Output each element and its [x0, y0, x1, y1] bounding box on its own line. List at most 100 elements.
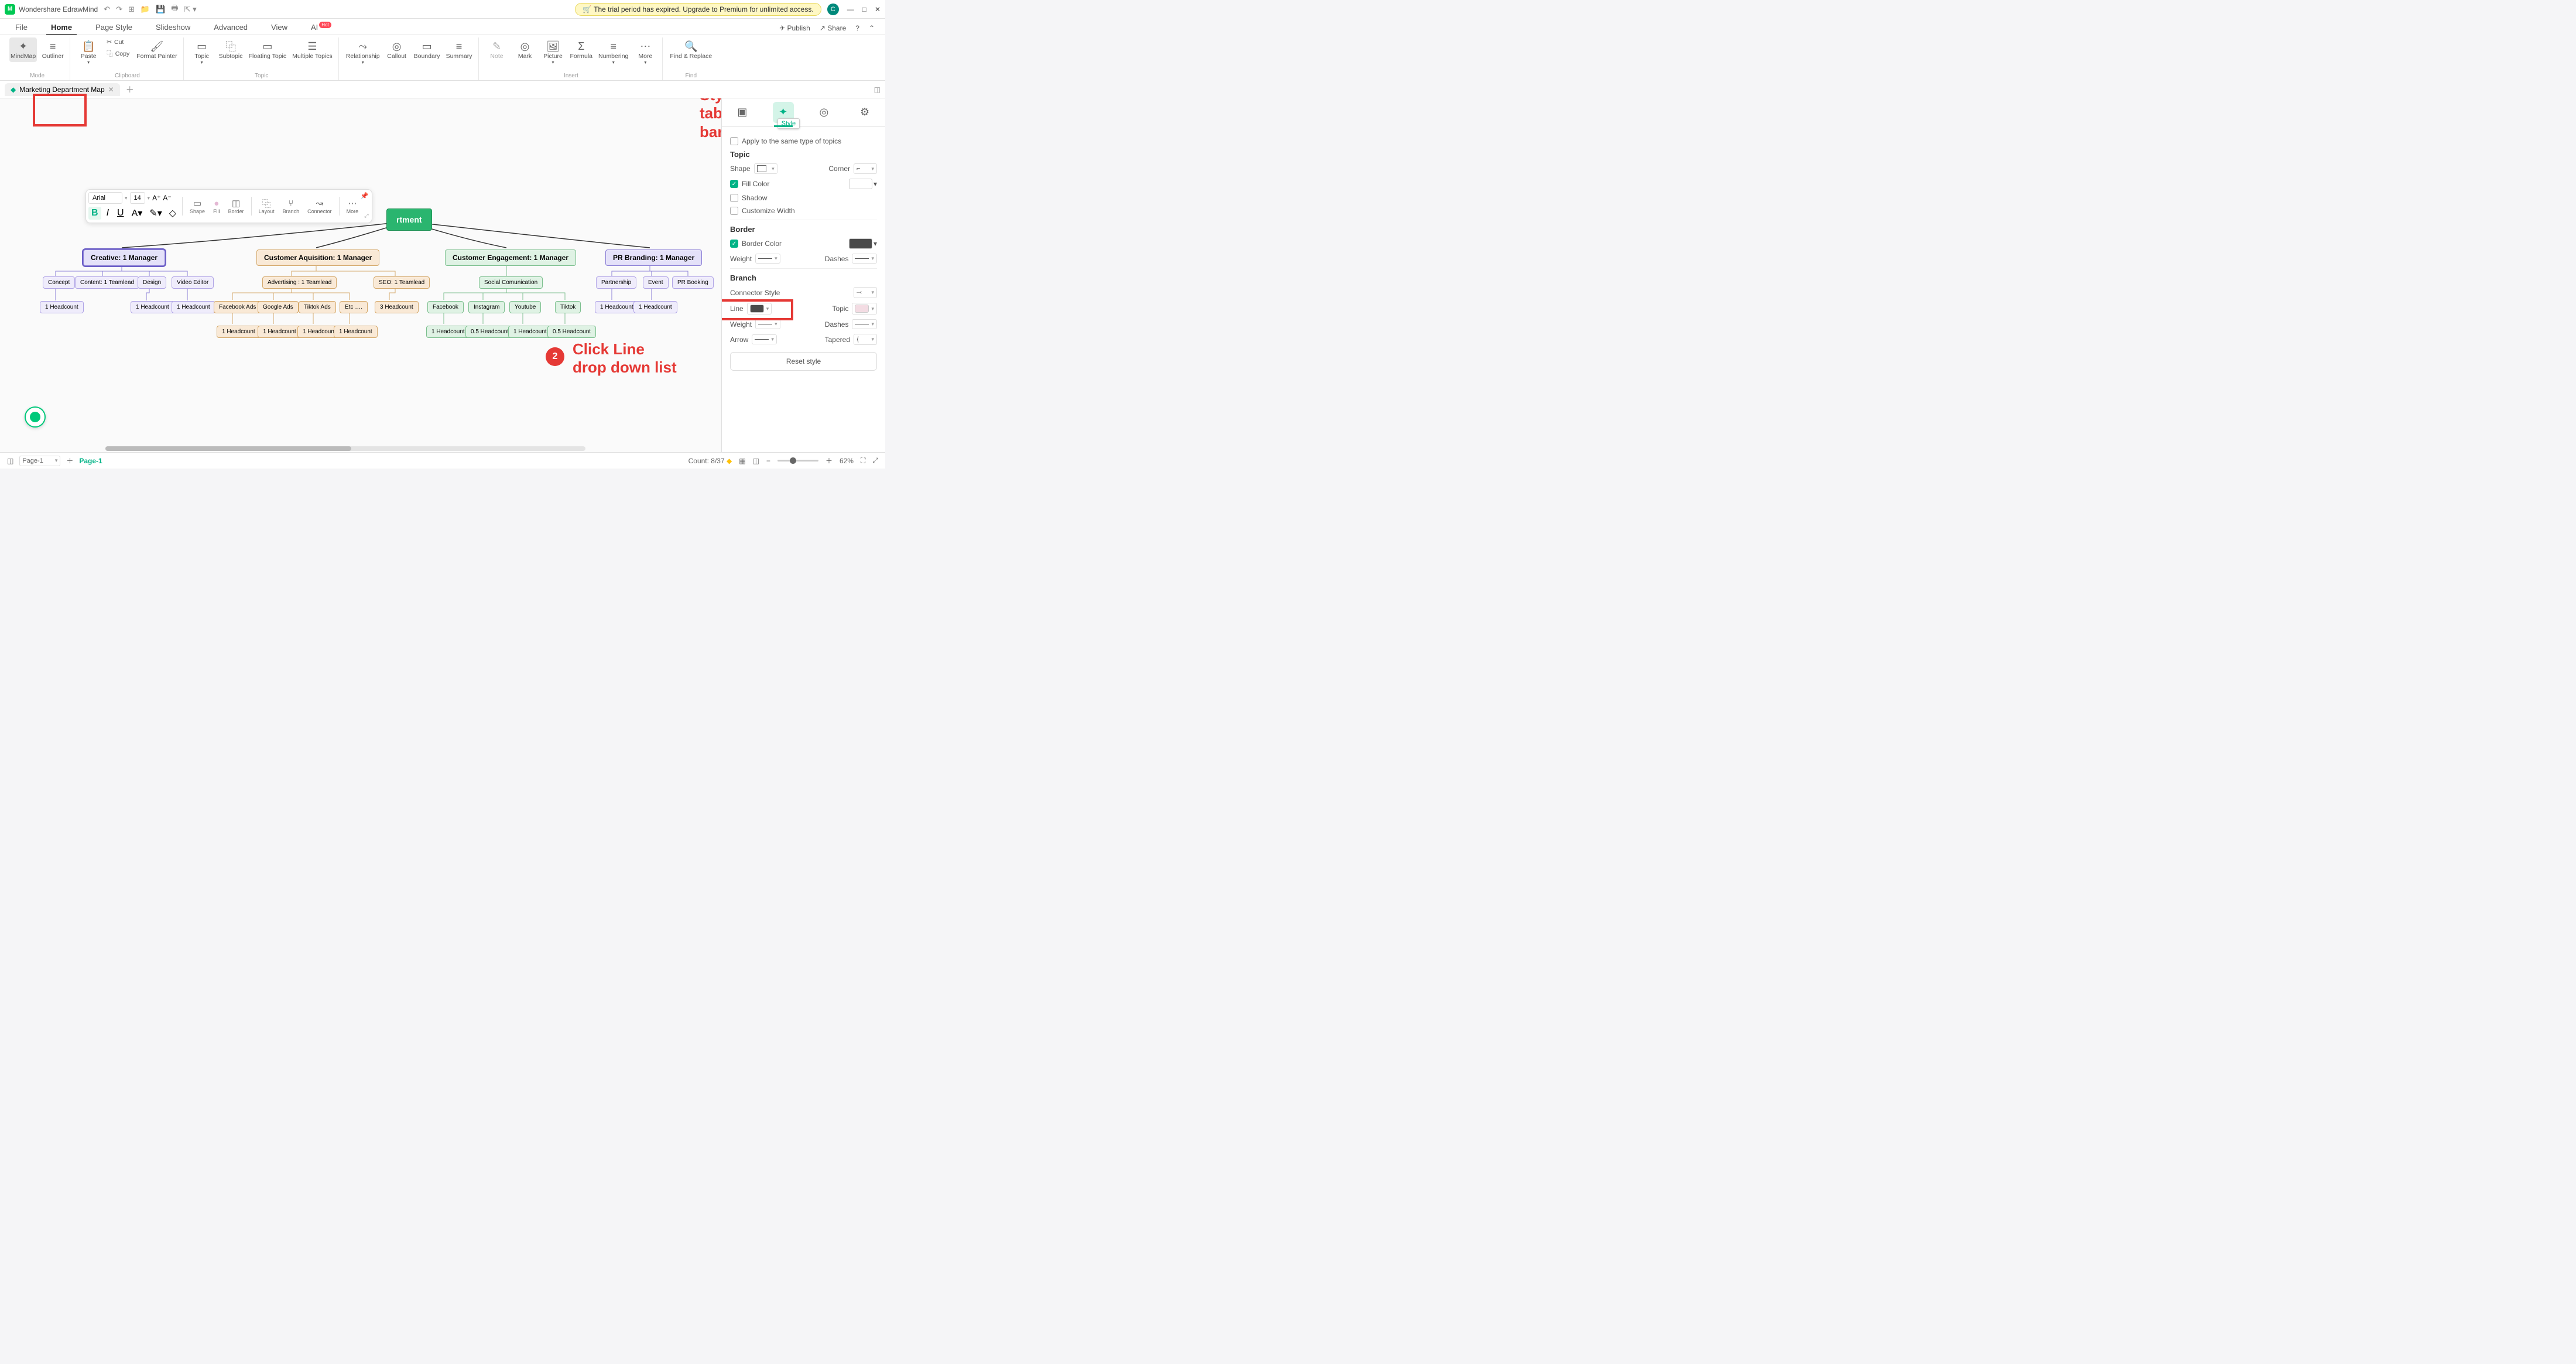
node-fb[interactable]: Facebook	[427, 301, 464, 313]
node-hc-video[interactable]: 1 Headcount	[172, 301, 215, 313]
node-root[interactable]: rtment	[386, 208, 432, 231]
summary-button[interactable]: ≡Summary	[445, 37, 474, 67]
close-tab-icon[interactable]: ✕	[108, 86, 114, 94]
find-replace-button[interactable]: 🔍Find & Replace	[669, 37, 713, 62]
node-tt-ads[interactable]: Tiktok Ads	[299, 301, 336, 313]
callout-button[interactable]: ◎Callout	[385, 37, 409, 67]
pin-icon[interactable]: 📌	[361, 192, 369, 200]
menu-slideshow[interactable]: Slideshow	[151, 20, 195, 35]
node-hc-etc[interactable]: 1 Headcount	[334, 326, 378, 338]
node-hc-fbads[interactable]: 1 Headcount	[217, 326, 261, 338]
copy-button[interactable]: ⿻Copy	[104, 48, 132, 59]
node-seo[interactable]: SEO: 1 Teamlead	[374, 276, 430, 289]
subtopic-button[interactable]: ⿻Subtopic	[218, 37, 244, 67]
border-color-dropdown[interactable]: ▾	[873, 240, 877, 248]
view-grid-icon[interactable]: ▦	[739, 457, 745, 465]
node-hc-event[interactable]: 1 Headcount	[633, 301, 677, 313]
fill-color-swatch[interactable]	[849, 179, 872, 189]
outliner-button[interactable]: ≡Outliner	[40, 37, 65, 62]
font-color-button[interactable]: A▾	[129, 206, 145, 220]
user-avatar[interactable]: C	[827, 4, 839, 15]
menu-advanced[interactable]: Advanced	[209, 20, 252, 35]
fill-color-dropdown[interactable]: ▾	[873, 180, 877, 188]
node-hc-fb[interactable]: 1 Headcount	[426, 326, 470, 338]
font-size-select[interactable]: 14	[130, 192, 145, 204]
customize-width-checkbox[interactable]	[730, 207, 738, 215]
panel-toggle-icon[interactable]: ◫	[874, 86, 881, 94]
pages-icon[interactable]: ◫	[7, 457, 13, 465]
tb-branch-button[interactable]: ⑂Branch	[279, 197, 303, 216]
node-event[interactable]: Event	[643, 276, 669, 289]
numbering-button[interactable]: ≡Numbering▾	[597, 37, 629, 67]
fill-color-checkbox[interactable]: ✓	[730, 180, 738, 188]
new-icon[interactable]: ⊞	[128, 5, 135, 14]
branch-topic-dropdown[interactable]: ▾	[852, 303, 877, 314]
border-color-swatch[interactable]	[849, 238, 872, 249]
italic-button[interactable]: I	[104, 207, 112, 220]
mindmap-button[interactable]: ✦MindMap	[9, 37, 37, 62]
border-color-checkbox[interactable]: ✓	[730, 240, 738, 248]
node-yt[interactable]: Youtube	[509, 301, 541, 313]
node-hc-concept[interactable]: 1 Headcount	[40, 301, 84, 313]
menu-file[interactable]: File	[11, 20, 32, 35]
node-hc-design[interactable]: 1 Headcount	[131, 301, 174, 313]
shadow-checkbox[interactable]	[730, 194, 738, 202]
border-dashes-dropdown[interactable]: ▾	[852, 254, 877, 264]
node-etc[interactable]: Etc ….	[340, 301, 368, 313]
trial-banner[interactable]: 🛒 The trial period has expired. Upgrade …	[575, 3, 821, 16]
node-hc-yt[interactable]: 1 Headcount	[508, 326, 552, 338]
node-partnership[interactable]: Partnership	[596, 276, 636, 289]
zoom-out-button[interactable]: −	[766, 457, 770, 465]
shape-dropdown[interactable]: ▾	[754, 163, 777, 174]
export-icon[interactable]: ⇱ ▾	[184, 5, 197, 14]
formula-button[interactable]: ΣFormula	[569, 37, 594, 67]
collapse-ribbon-icon[interactable]: ⌃	[869, 24, 875, 32]
topic-button[interactable]: ▭Topic▾	[190, 37, 214, 67]
tb-border-button[interactable]: ◫Border	[225, 197, 248, 216]
bold-button[interactable]: B	[88, 207, 101, 220]
node-social[interactable]: Social Comunication	[479, 276, 543, 289]
mark-button[interactable]: ◎Mark	[513, 37, 537, 67]
picture-button[interactable]: 🖼Picture▾	[541, 37, 566, 67]
border-weight-dropdown[interactable]: ▾	[755, 254, 780, 264]
tb-expand-icon[interactable]: ⤢	[363, 211, 369, 220]
sp-tab-tag[interactable]: ◎	[813, 102, 834, 123]
branch-arrow-dropdown[interactable]: ▾	[752, 334, 777, 344]
node-g-ads[interactable]: Google Ads	[258, 301, 299, 313]
canvas[interactable]: 1 Click Style tab bar 2 Click Line drop …	[0, 98, 721, 452]
node-design[interactable]: Design	[138, 276, 166, 289]
help-icon[interactable]: ?	[855, 24, 859, 32]
font-increase-icon[interactable]: A⁺	[152, 194, 160, 202]
tb-connector-button[interactable]: ↝Connector	[304, 197, 335, 216]
maximize-icon[interactable]: □	[862, 5, 866, 13]
relationship-button[interactable]: ⤳Relationship▾	[345, 37, 381, 67]
active-page-label[interactable]: Page-1	[79, 457, 102, 465]
node-hc-partnership[interactable]: 1 Headcount	[595, 301, 639, 313]
redo-icon[interactable]: ↷	[116, 5, 122, 14]
node-ig[interactable]: Instagram	[468, 301, 505, 313]
tb-fill-button[interactable]: ●Fill	[210, 197, 224, 216]
clear-format-button[interactable]: ◇	[167, 206, 179, 220]
format-painter-button[interactable]: 🖌Format Painter	[135, 37, 178, 67]
publish-button[interactable]: ✈ Publish	[779, 24, 810, 32]
zoom-slider[interactable]	[777, 460, 818, 461]
cut-button[interactable]: ✂Cut	[104, 37, 132, 47]
add-tab-button[interactable]: ＋	[121, 81, 139, 98]
sp-tab-style[interactable]: ✦ Style	[773, 102, 794, 123]
paste-button[interactable]: 📋Paste▾	[76, 37, 101, 67]
multiple-topics-button[interactable]: ☰Multiple Topics	[291, 37, 334, 67]
node-concept[interactable]: Concept	[43, 276, 75, 289]
highlight-button[interactable]: ✎▾	[147, 206, 164, 220]
tb-shape-button[interactable]: ▭Shape	[186, 197, 208, 216]
connector-style-dropdown[interactable]: ⤙▾	[854, 287, 877, 298]
branch-line-dropdown[interactable]: ▾	[747, 303, 772, 314]
close-icon[interactable]: ✕	[875, 5, 881, 13]
node-prbooking[interactable]: PR Booking	[672, 276, 714, 289]
ai-fab[interactable]	[25, 406, 46, 428]
menu-ai[interactable]: AIHot	[306, 20, 335, 35]
more-button[interactable]: ⋯More▾	[633, 37, 657, 67]
fullscreen-icon[interactable]: ⤢	[872, 456, 878, 465]
horizontal-scrollbar[interactable]	[105, 446, 585, 451]
floating-topic-button[interactable]: ▭Floating Topic	[248, 37, 288, 67]
sp-tab-layout[interactable]: ▣	[732, 102, 753, 123]
